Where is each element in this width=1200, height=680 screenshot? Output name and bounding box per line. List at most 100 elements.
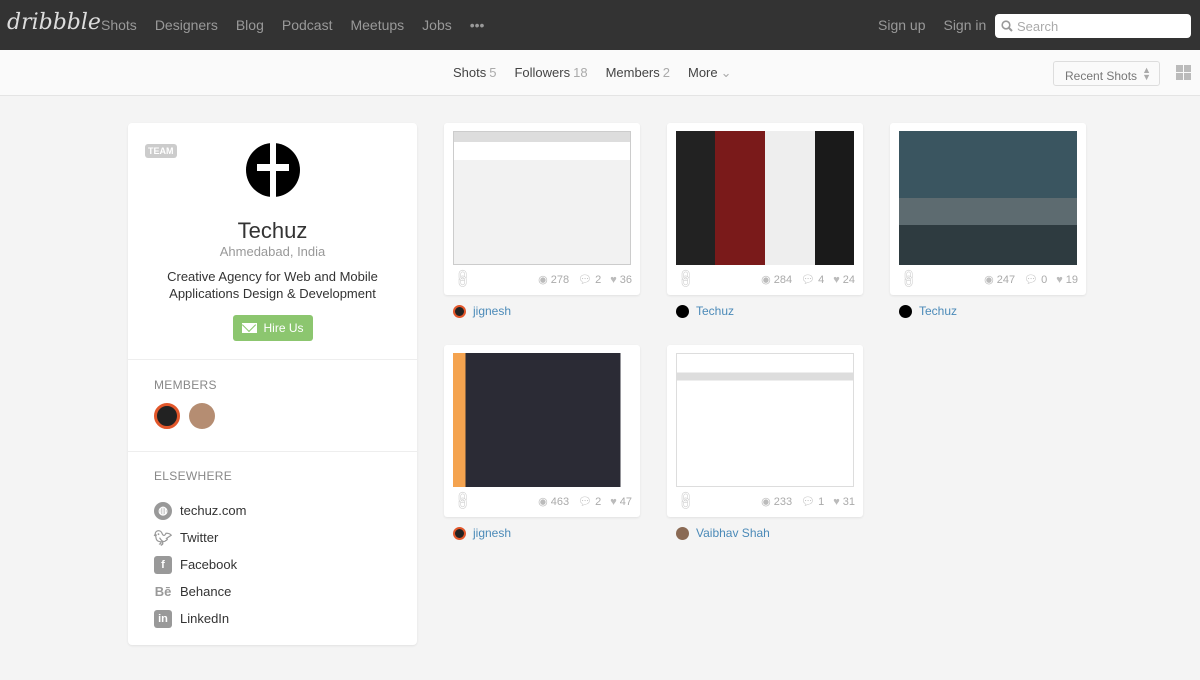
attachment-icon[interactable]: 🔗︎: [897, 266, 922, 291]
search-icon: [1001, 20, 1013, 32]
link-website[interactable]: ◍ techuz.com: [154, 497, 246, 524]
comments[interactable]: 💬︎ 4: [801, 273, 824, 287]
shot-thumbnail[interactable]: [453, 131, 631, 265]
profile-name: Techuz: [237, 218, 308, 243]
link-label: LinkedIn: [180, 611, 230, 626]
divider: [128, 451, 417, 452]
likes[interactable]: ♥ 19: [1056, 273, 1078, 286]
eye-icon: ◉: [538, 496, 548, 508]
shot-card[interactable]: 🔗︎ ◉ 284 💬︎ 4 ♥ 24: [667, 123, 863, 295]
comments[interactable]: 💬︎ 2: [578, 495, 601, 509]
link-linkedin[interactable]: in LinkedIn: [154, 605, 246, 632]
member-avatar[interactable]: [189, 403, 215, 429]
author-avatar: [453, 304, 466, 318]
tab-members[interactable]: Members 2: [606, 65, 670, 81]
profile-subnav: Shots 5 Followers 18 Members 2 More ⌄ Recent…: [0, 50, 1200, 96]
author-name: jignesh: [473, 526, 512, 540]
author-name: Techuz: [919, 304, 958, 318]
shot-stats: 🔗︎ ◉ 284 💬︎ 4 ♥ 24: [667, 266, 863, 290]
likes[interactable]: ♥ 31: [833, 495, 855, 508]
link-label: Behance: [180, 584, 232, 599]
link-behance[interactable]: Bē Behance: [154, 578, 246, 605]
twitter-icon: 🐦︎: [153, 529, 173, 547]
shot-author[interactable]: Techuz: [676, 304, 734, 318]
hire-us-button[interactable]: Hire Us: [233, 315, 313, 341]
link-label: techuz.com: [180, 503, 247, 518]
comments[interactable]: 💬︎ 0: [1024, 273, 1048, 287]
shot-thumbnail[interactable]: [676, 131, 854, 265]
nav-meetups[interactable]: Meetups: [350, 17, 404, 33]
sort-select[interactable]: Recent Shots ▲ ▼: [1053, 61, 1160, 86]
heart-icon: ♥: [610, 495, 617, 508]
shot-thumbnail[interactable]: [676, 353, 854, 487]
views-count: 247: [996, 273, 1016, 286]
likes-count: 36: [619, 273, 632, 286]
chevron-down-icon: ⌄: [720, 65, 732, 80]
shot-author[interactable]: Vaibhav Shah: [676, 526, 770, 540]
nav-jobs[interactable]: Jobs: [422, 17, 452, 33]
comments-count: 2: [595, 273, 602, 286]
sort-arrows-icon: ▲ ▼: [1142, 65, 1151, 82]
tab-shots[interactable]: Shots 5: [453, 65, 496, 81]
tab-label: Followers: [514, 65, 571, 80]
sort-value: Recent Shots: [1065, 69, 1138, 83]
likes[interactable]: ♥ 24: [833, 273, 855, 286]
member-avatar[interactable]: [154, 403, 180, 429]
sign-in-link[interactable]: Sign in: [943, 17, 986, 33]
link-facebook[interactable]: f Facebook: [154, 551, 246, 578]
comment-icon: 💬︎: [578, 496, 593, 508]
shot-card[interactable]: 🔗︎ ◉ 278 💬︎ 2 ♥ 36: [444, 123, 640, 295]
team-badge: TEAM: [145, 144, 177, 158]
sign-up-link[interactable]: Sign up: [878, 17, 925, 33]
comments[interactable]: 💬︎ 1: [801, 495, 825, 509]
shot-author[interactable]: Techuz: [899, 304, 957, 318]
shot-thumbnail[interactable]: [899, 131, 1077, 265]
attachment-icon[interactable]: 🔗︎: [451, 488, 476, 513]
link-twitter[interactable]: 🐦︎ Twitter: [153, 524, 246, 551]
nav-podcast[interactable]: Podcast: [282, 17, 333, 33]
grid-view-icon[interactable]: [1176, 65, 1191, 80]
globe-icon: ◍: [154, 501, 172, 520]
comments-count: 1: [818, 495, 825, 508]
divider: [128, 359, 417, 360]
heart-icon: ♥: [833, 495, 840, 508]
comments[interactable]: 💬︎ 2: [578, 273, 602, 287]
heart-icon: ♥: [610, 273, 617, 286]
shot-card[interactable]: 🔗︎ ◉ 247 💬︎ 0 ♥ 19: [890, 123, 1086, 295]
shot-author[interactable]: jignesh: [453, 526, 511, 540]
attachment-icon[interactable]: 🔗︎: [674, 488, 699, 513]
members-title: MEMBERS: [154, 378, 217, 392]
elsewhere-title: ELSEWHERE: [154, 469, 233, 483]
tab-more[interactable]: More ⌄: [688, 65, 732, 81]
comment-icon: 💬︎: [801, 496, 816, 508]
tab-followers[interactable]: Followers 18: [514, 65, 587, 81]
shot-author[interactable]: jignesh: [453, 304, 511, 318]
nav-shots[interactable]: Shots: [101, 17, 137, 33]
search-input[interactable]: [1017, 18, 1187, 34]
nav-designers[interactable]: Designers: [155, 17, 218, 33]
nav-more[interactable]: •••: [470, 17, 485, 33]
author-avatar: [676, 304, 689, 318]
shot-stats: 🔗︎ ◉ 247 💬︎ 0 ♥ 19: [890, 266, 1086, 290]
shot-card[interactable]: 🔗︎ ◉ 463 💬︎ 2 ♥ 47: [444, 345, 640, 517]
views: ◉ 463: [538, 495, 569, 509]
comment-icon: 💬︎: [578, 274, 593, 286]
attachment-icon[interactable]: 🔗︎: [674, 266, 699, 291]
top-bar: dribbble Shots Designers Blog Podcast Me…: [0, 0, 1200, 50]
profile-card: TEAM Techuz Ahmedabad, India Creative Ag…: [128, 123, 417, 645]
profile-location: Ahmedabad, India: [219, 244, 326, 259]
dribbble-logo[interactable]: dribbble: [7, 10, 101, 35]
likes[interactable]: ♥ 36: [610, 273, 632, 286]
likes[interactable]: ♥ 47: [610, 495, 632, 508]
eye-icon: ◉: [538, 274, 548, 286]
comments-count: 0: [1041, 273, 1048, 286]
views: ◉ 233: [761, 495, 792, 509]
author-avatar: [899, 304, 912, 318]
attachment-icon[interactable]: 🔗︎: [451, 266, 476, 291]
search-box: [995, 14, 1191, 38]
author-name: Techuz: [696, 304, 735, 318]
shot-thumbnail[interactable]: [453, 353, 631, 487]
shot-card[interactable]: 🔗︎ ◉ 233 💬︎ 1 ♥ 31: [667, 345, 863, 517]
tab-label: More: [688, 65, 718, 80]
nav-blog[interactable]: Blog: [236, 17, 264, 33]
